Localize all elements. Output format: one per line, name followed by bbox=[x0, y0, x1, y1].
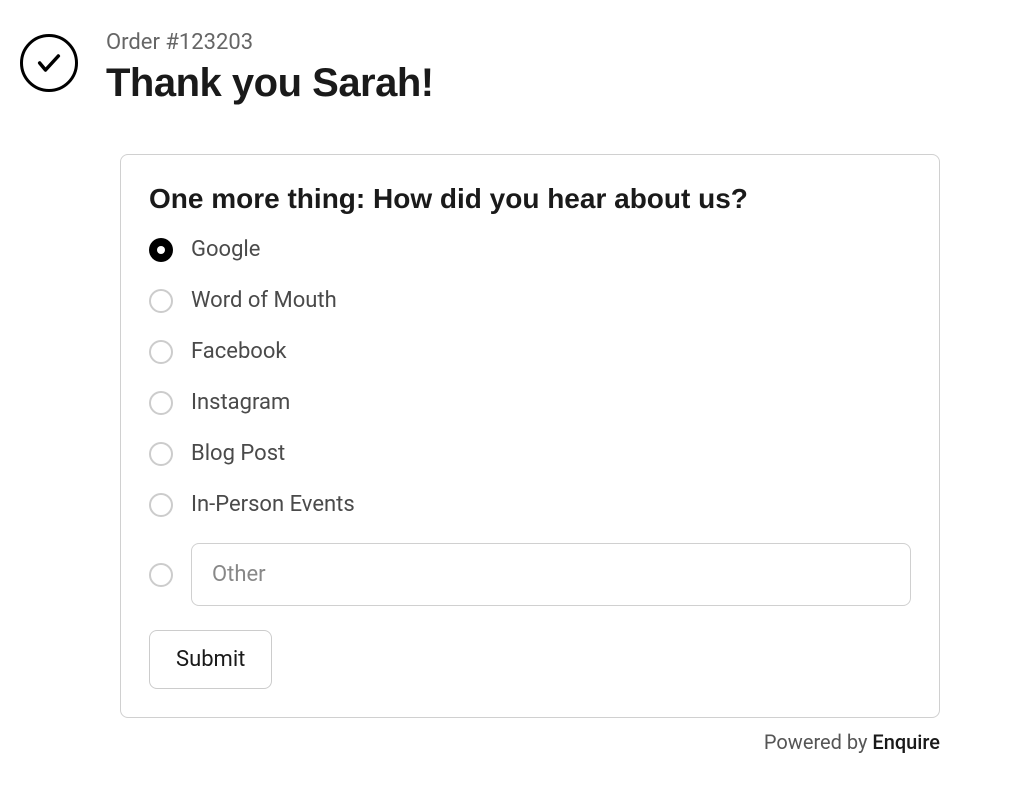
option-label: Word of Mouth bbox=[191, 288, 337, 313]
submit-button[interactable]: Submit bbox=[149, 630, 272, 689]
survey-option[interactable]: Google bbox=[149, 237, 911, 262]
survey-option[interactable]: Blog Post bbox=[149, 441, 911, 466]
survey-option[interactable]: Word of Mouth bbox=[149, 288, 911, 313]
radio-button[interactable] bbox=[149, 340, 173, 364]
radio-button[interactable] bbox=[149, 442, 173, 466]
survey-card: One more thing: How did you hear about u… bbox=[120, 154, 940, 718]
powered-by-prefix: Powered by bbox=[764, 730, 873, 754]
powered-by-brand: Enquire bbox=[872, 730, 940, 754]
option-label: Instagram bbox=[191, 390, 290, 415]
survey-option-other[interactable] bbox=[149, 543, 911, 606]
option-label: Google bbox=[191, 237, 260, 262]
order-number: Order #123203 bbox=[106, 30, 434, 55]
other-input[interactable] bbox=[191, 543, 911, 606]
radio-button[interactable] bbox=[149, 563, 173, 587]
radio-button[interactable] bbox=[149, 289, 173, 313]
survey-option[interactable]: Instagram bbox=[149, 390, 911, 415]
survey-container: One more thing: How did you hear about u… bbox=[120, 154, 940, 754]
survey-question: One more thing: How did you hear about u… bbox=[149, 183, 911, 215]
survey-option[interactable]: In-Person Events bbox=[149, 492, 911, 517]
option-label: In-Person Events bbox=[191, 492, 355, 517]
confirmation-header: Order #123203 Thank you Sarah! bbox=[20, 30, 1004, 106]
radio-button[interactable] bbox=[149, 238, 173, 262]
header-text: Order #123203 Thank you Sarah! bbox=[106, 30, 434, 106]
option-label: Blog Post bbox=[191, 441, 285, 466]
radio-button[interactable] bbox=[149, 391, 173, 415]
option-label: Facebook bbox=[191, 339, 287, 364]
radio-button[interactable] bbox=[149, 493, 173, 517]
powered-by: Powered by Enquire bbox=[120, 730, 940, 754]
checkmark-icon bbox=[20, 34, 78, 92]
thank-you-heading: Thank you Sarah! bbox=[106, 61, 434, 106]
survey-option[interactable]: Facebook bbox=[149, 339, 911, 364]
